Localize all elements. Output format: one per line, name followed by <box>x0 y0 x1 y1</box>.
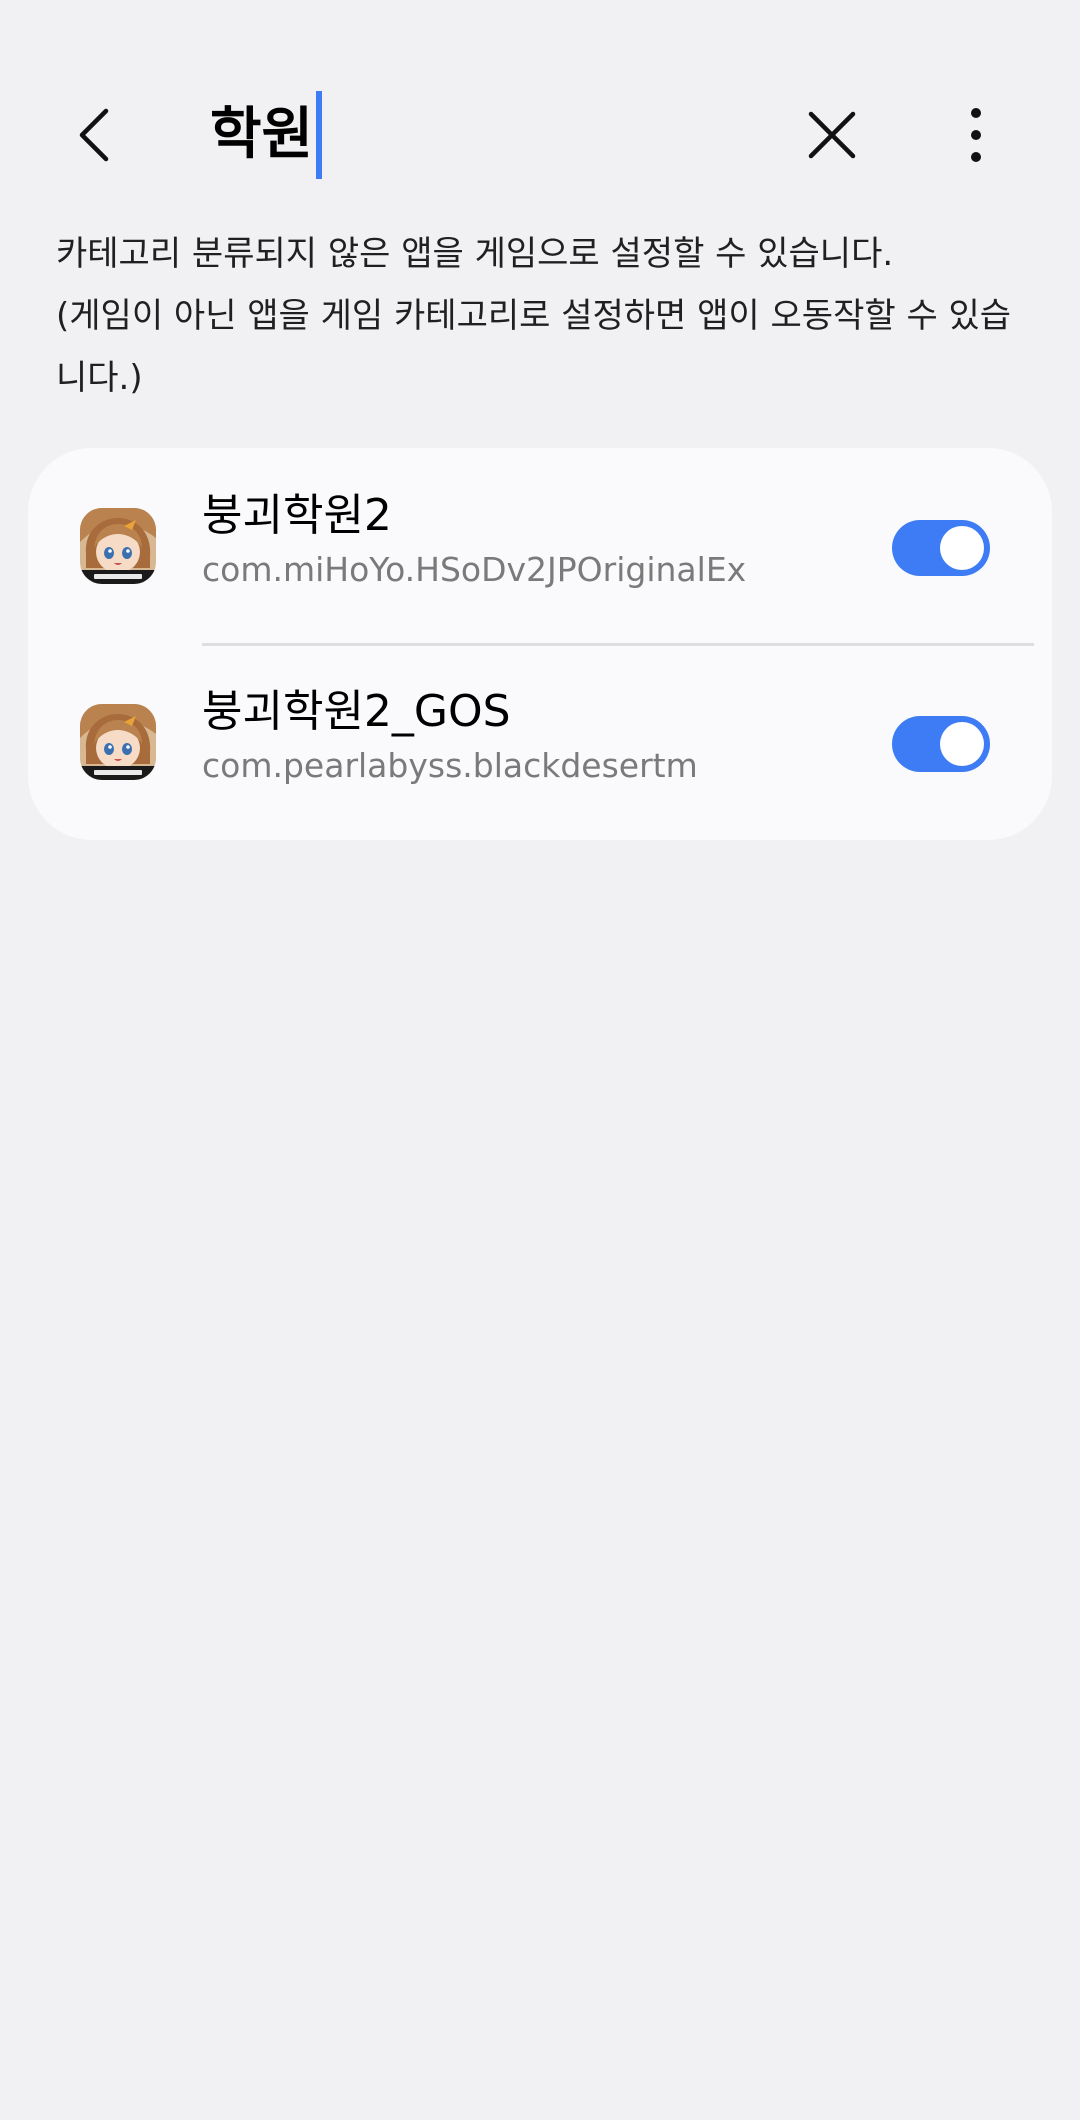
search-bar: 학원 <box>0 80 1080 190</box>
app-package-name: com.pearlabyss.blackdesertm <box>202 745 698 785</box>
app-package-name: com.miHoYo.HSoDv2JPOriginalEx <box>202 549 747 589</box>
search-query-text: 학원 <box>210 102 314 167</box>
chevron-left-icon <box>79 108 109 162</box>
back-button[interactable] <box>48 85 148 185</box>
app-info: 붕괴학원2_GOS com.pearlabyss.blackdesertm <box>202 686 882 788</box>
more-vertical-icon <box>971 108 981 162</box>
honkai-gakuen-2-app-icon <box>80 508 156 584</box>
text-cursor <box>316 91 323 179</box>
game-category-toggle[interactable] <box>892 520 990 576</box>
game-category-toggle[interactable] <box>892 716 990 772</box>
honkai-gakuen-2-app-icon <box>80 704 156 780</box>
app-name: 붕괴학원2_GOS <box>202 686 511 737</box>
app-name: 붕괴학원2 <box>202 490 392 541</box>
app-list-item[interactable]: 붕괴학원2_GOS com.pearlabyss.blackdesertm <box>28 644 1052 840</box>
toggle-knob <box>940 526 984 570</box>
app-list-item[interactable]: 붕괴학원2 com.miHoYo.HSoDv2JPOriginalEx <box>28 448 1052 646</box>
description-text: 카테고리 분류되지 않은 앱을 게임으로 설정할 수 있습니다. (게임이 아닌… <box>56 223 1036 409</box>
description-line-2: (게임이 아닌 앱을 게임 카테고리로 설정하면 앱이 오동작할 수 있습니다.… <box>56 296 1012 398</box>
clear-search-button[interactable] <box>782 85 882 185</box>
description-line-1: 카테고리 분류되지 않은 앱을 게임으로 설정할 수 있습니다. <box>56 234 894 274</box>
more-options-button[interactable] <box>926 85 1026 185</box>
app-info: 붕괴학원2 com.miHoYo.HSoDv2JPOriginalEx <box>202 490 882 592</box>
close-icon <box>808 111 856 159</box>
app-list-card: 붕괴학원2 com.miHoYo.HSoDv2JPOriginalEx 붕괴학원… <box>28 448 1052 840</box>
toggle-knob <box>940 722 984 766</box>
search-input[interactable]: 학원 <box>210 80 323 190</box>
